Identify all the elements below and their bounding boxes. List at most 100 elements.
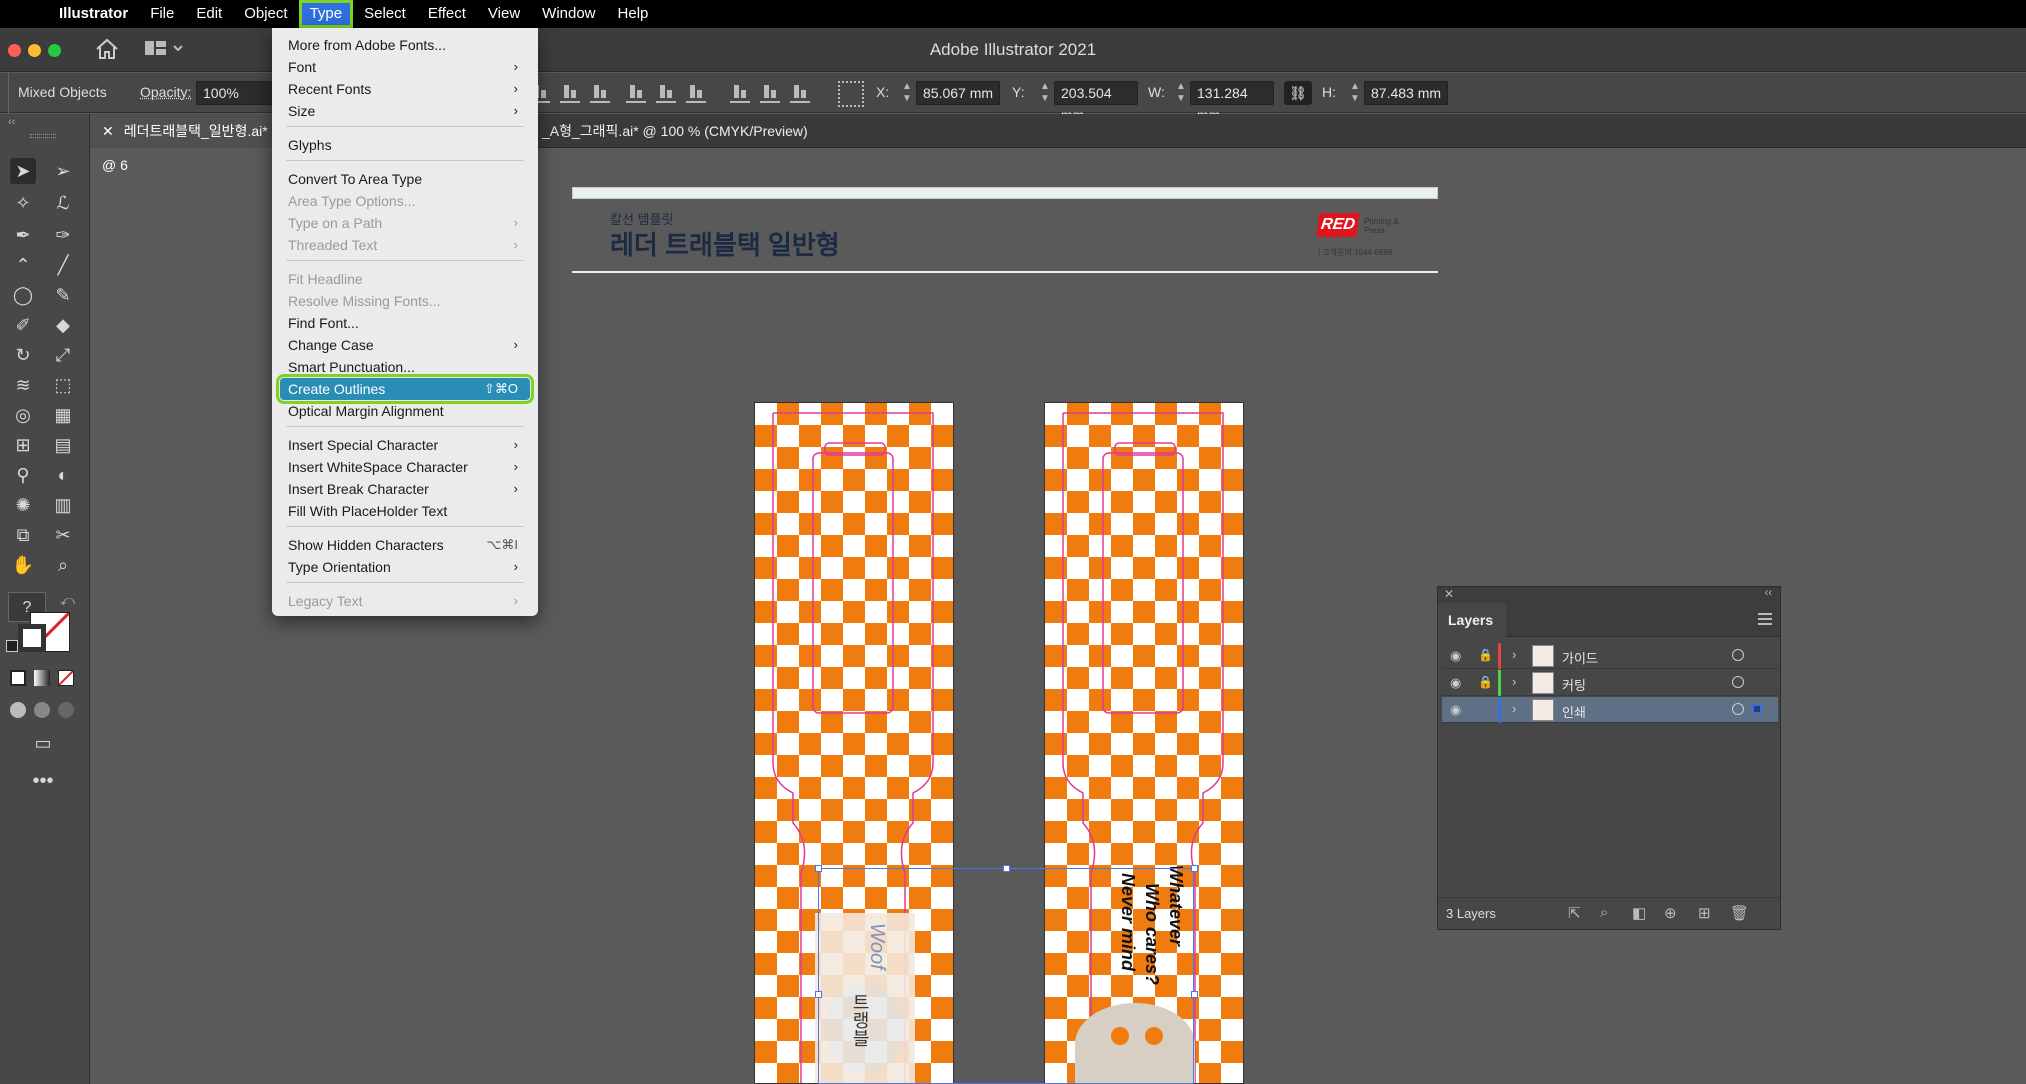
slice-tool-icon[interactable]: ✂ — [50, 522, 76, 548]
mesh-tool-icon[interactable]: ⊞ — [10, 432, 36, 458]
lock-icon[interactable]: 🔒 — [1478, 648, 1493, 662]
gradient-tool-icon[interactable]: ▤ — [50, 432, 76, 458]
locate-object-icon[interactable]: ⌕ — [1600, 904, 1608, 921]
pen-tool-icon[interactable]: ✒ — [10, 222, 36, 248]
artboard-tool-icon[interactable]: ⧉ — [10, 522, 36, 548]
panel-menu-icon[interactable] — [1758, 613, 1772, 625]
color-mode-icon[interactable] — [10, 670, 26, 686]
resize-handle[interactable] — [815, 991, 822, 998]
menu-select[interactable]: Select — [353, 0, 417, 28]
menu-item-insert-whitespace-character[interactable]: Insert WhiteSpace Character › — [280, 456, 530, 478]
symbol-sprayer-tool-icon[interactable]: ✺ — [10, 492, 36, 518]
direct-selection-tool-icon[interactable]: ➢ — [50, 158, 76, 184]
menu-item-type-orientation[interactable]: Type Orientation › — [280, 556, 530, 578]
clipping-mask-icon[interactable]: ◧ — [1632, 904, 1646, 922]
eyedropper-tool-icon[interactable]: ⚲ — [10, 462, 36, 488]
default-colors-icon[interactable] — [6, 640, 18, 652]
layer-row[interactable]: ◉ › 인쇄 — [1442, 697, 1778, 723]
selection-tool-icon[interactable]: ➤ — [10, 158, 36, 184]
menu-item-recent-fonts[interactable]: Recent Fonts › — [280, 78, 530, 100]
menu-item-area-type-options[interactable]: Area Type Options... — [280, 190, 530, 212]
align-hcenter-icon[interactable] — [560, 83, 580, 103]
column-graph-tool-icon[interactable]: ▥ — [50, 492, 76, 518]
draw-inside-icon[interactable] — [58, 702, 74, 718]
draw-normal-icon[interactable] — [10, 702, 26, 718]
resize-handle[interactable] — [1191, 991, 1198, 998]
h-field[interactable]: 87.483 mm — [1364, 81, 1448, 105]
eye-icon[interactable]: ◉ — [1450, 702, 1461, 718]
trash-icon[interactable]: 🗑 — [1730, 904, 1749, 922]
gradient-mode-icon[interactable] — [34, 670, 50, 686]
align-top-icon[interactable] — [626, 83, 646, 103]
eye-icon[interactable]: ◉ — [1450, 675, 1461, 691]
tab-leather-tag[interactable]: ✕ 레더트래블택_일반형.ai* @ 6 — [90, 114, 280, 173]
menu-item-optical-margin-alignment[interactable]: Optical Margin Alignment — [280, 400, 530, 422]
ellipse-tool-icon[interactable]: ◯ — [10, 282, 36, 308]
edit-toolbar-icon[interactable]: ••• — [30, 768, 56, 794]
h-stepper-icon[interactable]: ▲ ▼ — [1348, 81, 1362, 105]
menu-item-resolve-missing-fonts[interactable]: Resolve Missing Fonts... — [280, 290, 530, 312]
lasso-tool-icon[interactable]: ℒ — [50, 190, 76, 216]
expand-chevron-icon[interactable]: › — [1512, 647, 1516, 662]
menu-item-smart-punctuation[interactable]: Smart Punctuation... — [280, 356, 530, 378]
curvature-tool-icon[interactable]: ✑ — [50, 222, 76, 248]
target-circle-icon[interactable] — [1732, 649, 1744, 661]
menu-item-show-hidden-characters[interactable]: Show Hidden Characters ⌥⌘I — [280, 534, 530, 556]
menu-item-insert-special-character[interactable]: Insert Special Character › — [280, 434, 530, 456]
perspective-grid-tool-icon[interactable]: ▦ — [50, 402, 76, 428]
collapse-panel-icon[interactable]: ‹‹ — [1765, 587, 1772, 599]
draw-behind-icon[interactable] — [34, 702, 50, 718]
menu-view[interactable]: View — [477, 0, 531, 28]
line-tool-icon[interactable]: ╱ — [50, 252, 76, 278]
stroke-color-swatch[interactable] — [18, 624, 46, 652]
menu-item-more-from-adobe-fonts[interactable]: More from Adobe Fonts... — [280, 34, 530, 56]
menu-item-font[interactable]: Font › — [280, 56, 530, 78]
selected-art-indicator[interactable] — [1752, 704, 1762, 714]
shaper-tool-icon[interactable]: ✐ — [10, 312, 36, 338]
layers-tab[interactable]: Layers — [1438, 603, 1506, 637]
y-field[interactable]: 203.504 mm — [1054, 81, 1138, 123]
constrain-proportions-icon[interactable]: ⛓ — [1284, 81, 1312, 105]
distribute-right-icon[interactable] — [790, 83, 810, 103]
menu-help[interactable]: Help — [607, 0, 660, 28]
free-transform-tool-icon[interactable]: ⬚ — [50, 372, 76, 398]
lock-icon[interactable]: 🔒 — [1478, 675, 1493, 689]
rotate-tool-icon[interactable]: ↻ — [10, 342, 36, 368]
swap-colors-icon[interactable]: ⤺ — [60, 592, 75, 609]
resize-handle[interactable] — [1003, 865, 1010, 872]
tab-a-graphic[interactable]: _A형_그래픽.ai* @ 100 % (CMYK/Preview) — [530, 114, 820, 148]
hand-tool-icon[interactable]: ✋ — [10, 552, 36, 578]
expand-chevron-icon[interactable]: › — [1512, 701, 1516, 716]
menu-item-create-outlines[interactable]: Create Outlines ⇧⌘O — [276, 374, 534, 404]
menu-item-legacy-text[interactable]: Legacy Text › — [280, 590, 530, 612]
close-tab-icon[interactable]: ✕ — [102, 123, 114, 139]
x-field[interactable]: 85.067 mm — [916, 81, 1000, 105]
collapse-tools-icon[interactable]: ‹‹ — [8, 116, 15, 128]
menu-item-threaded-text[interactable]: Threaded Text › — [280, 234, 530, 256]
menu-type[interactable]: Type — [298, 0, 354, 28]
menu-item-size[interactable]: Size › — [280, 100, 530, 122]
distribute-left-icon[interactable] — [730, 83, 750, 103]
paintbrush-tool-icon[interactable]: ✎ — [50, 282, 76, 308]
align-right-icon[interactable] — [590, 83, 610, 103]
menu-edit[interactable]: Edit — [185, 0, 233, 28]
align-bottom-icon[interactable] — [686, 83, 706, 103]
target-circle-icon[interactable] — [1732, 703, 1744, 715]
menu-item-fit-headline[interactable]: Fit Headline — [280, 268, 530, 290]
new-sublayer-icon[interactable]: ⊕ — [1664, 904, 1677, 922]
reference-point-icon[interactable] — [838, 81, 864, 107]
x-stepper-icon[interactable]: ▲ ▼ — [900, 81, 914, 105]
menu-object[interactable]: Object — [233, 0, 298, 28]
zoom-tool-icon[interactable]: ⌕ — [50, 552, 76, 578]
expand-chevron-icon[interactable]: › — [1512, 674, 1516, 689]
selection-bounding-box[interactable] — [815, 865, 1198, 1084]
screen-mode-icon[interactable]: ▭ — [30, 730, 56, 756]
close-panel-icon[interactable]: ✕ — [1444, 587, 1454, 601]
eye-icon[interactable]: ◉ — [1450, 648, 1461, 664]
resize-handle[interactable] — [1191, 865, 1198, 872]
export-icon[interactable]: ⇱ — [1568, 904, 1581, 922]
menu-app-name[interactable]: Illustrator — [48, 0, 139, 28]
layer-row[interactable]: ◉ 🔒 › 커팅 — [1442, 670, 1778, 696]
target-circle-icon[interactable] — [1732, 676, 1744, 688]
menu-item-change-case[interactable]: Change Case › — [280, 334, 530, 356]
